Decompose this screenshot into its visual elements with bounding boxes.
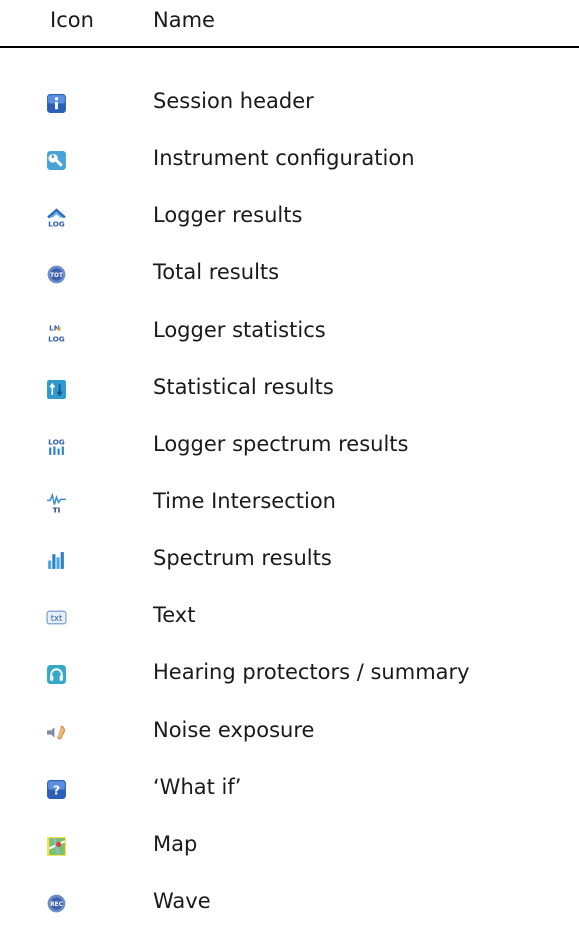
- question-icon: ?: [46, 779, 67, 800]
- svg-text:txt: txt: [51, 613, 63, 623]
- info-icon: [46, 93, 67, 114]
- row-name: Hearing protectors / summary: [153, 660, 470, 685]
- row-name: Map: [153, 831, 198, 856]
- headphones-icon: [46, 664, 67, 685]
- table-row: Noise exposure: [0, 712, 579, 769]
- wrench-icon: [46, 150, 67, 171]
- row-name: Wave: [153, 888, 211, 913]
- row-name: Logger statistics: [153, 317, 326, 342]
- table-row: Statistical results: [0, 369, 579, 426]
- svg-text:REC: REC: [50, 902, 63, 908]
- table-row: LN LOG Logger statistics: [0, 312, 579, 369]
- table-row: TOT Total results: [0, 254, 579, 311]
- table-row: Hearing protectors / summary: [0, 654, 579, 711]
- ear-noise-icon: [46, 722, 67, 743]
- table-row: Instrument configuration: [0, 140, 579, 197]
- logger-spectrum-icon: LOG: [46, 436, 67, 457]
- row-name: ‘What if’: [153, 774, 242, 799]
- table-row: LOG Logger spectrum results: [0, 426, 579, 483]
- row-name: Time Intersection: [153, 488, 336, 513]
- name-column-header: Name: [153, 8, 215, 32]
- rec-icon: REC: [46, 893, 67, 914]
- row-name: Instrument configuration: [153, 146, 415, 171]
- table-row: REC Wave: [0, 883, 579, 940]
- table-header: Icon Name: [0, 0, 579, 48]
- total-results-icon: TOT: [46, 264, 67, 285]
- spectrum-results-icon: [46, 550, 67, 571]
- svg-text:LOG: LOG: [48, 220, 65, 229]
- time-intersection-icon: TI: [46, 492, 67, 514]
- table-row: LOG Logger results: [0, 197, 579, 254]
- svg-text:TOT: TOT: [50, 273, 63, 279]
- logger-statistics-icon: LN LOG: [46, 322, 67, 343]
- table-row: Spectrum results: [0, 540, 579, 597]
- row-name: Logger spectrum results: [153, 431, 409, 456]
- row-name: Total results: [153, 260, 280, 285]
- text-icon: txt: [46, 607, 67, 628]
- row-name: Text: [153, 603, 196, 628]
- table-body: Session header Instrument configuration …: [0, 83, 579, 940]
- svg-text:LOG: LOG: [48, 437, 65, 446]
- statistical-results-icon: [46, 379, 67, 400]
- row-name: Noise exposure: [153, 717, 315, 742]
- table-row: txt Text: [0, 597, 579, 654]
- svg-text:?: ?: [53, 782, 60, 797]
- svg-text:LOG: LOG: [48, 334, 65, 343]
- table-row: ? ‘What if’: [0, 769, 579, 826]
- row-name: Spectrum results: [153, 546, 332, 571]
- icon-column-header: Icon: [50, 8, 94, 32]
- row-name: Statistical results: [153, 374, 334, 399]
- row-name: Session header: [153, 89, 314, 113]
- map-icon: [46, 836, 67, 857]
- row-name: Logger results: [153, 203, 303, 228]
- header-rule: [0, 46, 579, 48]
- table-row: Session header: [0, 83, 579, 140]
- svg-text:TI: TI: [53, 505, 61, 514]
- table-row: TI Time Intersection: [0, 483, 579, 540]
- logger-results-icon: LOG: [46, 207, 67, 228]
- table-row: Map: [0, 826, 579, 883]
